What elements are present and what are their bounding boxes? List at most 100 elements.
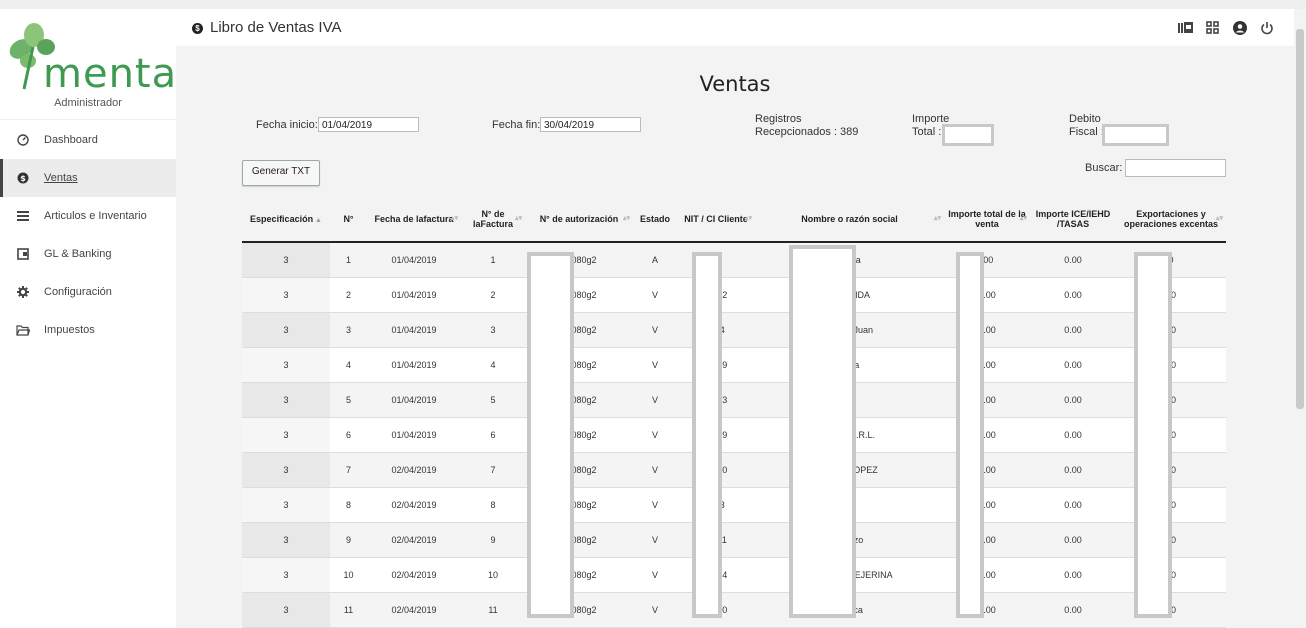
sort-icon: ▴▾ bbox=[622, 215, 630, 222]
table-cell: 2 bbox=[330, 277, 367, 313]
exportaciones-redacted bbox=[1134, 252, 1172, 618]
col-especificacion[interactable]: Especificación ▲ bbox=[242, 196, 330, 243]
sidebar-item-ventas[interactable]: $ Ventas bbox=[0, 159, 176, 197]
table-cell: 0.00 bbox=[1030, 592, 1116, 628]
logo-text: menta bbox=[43, 51, 178, 97]
col-nombre[interactable]: Nombre o razón social ▴▾ bbox=[755, 196, 944, 243]
table-cell: 01/04/2019 bbox=[367, 242, 461, 278]
table-cell: 0.00 bbox=[1030, 452, 1116, 488]
fecha-inicio-label: Fecha inicio: bbox=[256, 119, 318, 131]
table-cell: 9 bbox=[330, 522, 367, 558]
table-cell: 0.00 bbox=[1030, 557, 1116, 593]
header-actions bbox=[1178, 20, 1274, 35]
sort-icon: ▴▾ bbox=[933, 215, 941, 222]
window-top-strip bbox=[0, 0, 1306, 9]
col-importe-total[interactable]: Importe total de la venta ▴▾ bbox=[944, 196, 1030, 243]
top-header: $ Libro de Ventas IVA bbox=[176, 9, 1294, 46]
search-label: Buscar: bbox=[1085, 162, 1123, 174]
table-cell: V bbox=[633, 522, 677, 558]
scrollbar-thumb[interactable] bbox=[1296, 29, 1304, 409]
col-autorizacion[interactable]: N° de autorización ▴▾ bbox=[525, 196, 633, 243]
page-scrollbar[interactable] bbox=[1294, 9, 1306, 628]
table-row[interactable]: 3902/04/2019901080g2V71 11ardozo7.000.00… bbox=[242, 522, 1226, 558]
library-icon[interactable] bbox=[1178, 20, 1193, 35]
table-cell: 0.00 bbox=[1030, 487, 1116, 523]
power-icon[interactable] bbox=[1259, 20, 1274, 35]
table-row[interactable]: 3101/04/2019101080g2A2 6acora.000.000 bbox=[242, 242, 1226, 278]
sidebar-item-label: Ventas bbox=[44, 172, 78, 184]
sidebar-item-configuracion[interactable]: Configuración bbox=[0, 273, 176, 311]
debito-fiscal-redacted bbox=[1102, 124, 1169, 146]
search-input[interactable] bbox=[1125, 159, 1226, 177]
col-estado[interactable]: Estado bbox=[633, 196, 677, 243]
dollar-icon: $ bbox=[192, 23, 203, 34]
sidebar: menta Administrador Dashboard $ Ventas A… bbox=[0, 9, 176, 628]
table-row[interactable]: 31002/04/20191001080g2V27 14DANA CO TEJE… bbox=[242, 557, 1226, 593]
col-importe-ice[interactable]: Importe ICE/IEHD /TASAS bbox=[1030, 196, 1116, 243]
table-cell: V bbox=[633, 487, 677, 523]
table-cell: 0.00 bbox=[1030, 242, 1116, 278]
dashboard-icon bbox=[16, 133, 30, 147]
table-cell: 9 bbox=[461, 522, 525, 558]
table-row[interactable]: 3401/04/2019401080g2V29 19noza6.000.0000 bbox=[242, 347, 1226, 383]
table-cell: V bbox=[633, 347, 677, 383]
list-icon bbox=[16, 209, 30, 223]
table-cell: 3 bbox=[242, 312, 330, 348]
table-row[interactable]: 3201/04/2019201080g2V80 12J IRANDA0.000.… bbox=[242, 277, 1226, 313]
table-cell: 3 bbox=[461, 312, 525, 348]
header-label: Importe total de la venta bbox=[948, 208, 1026, 229]
table-cell: 3 bbox=[242, 382, 330, 418]
table-cell: 01/04/2019 bbox=[367, 382, 461, 418]
importe-total-redacted bbox=[942, 124, 994, 146]
wallet-icon bbox=[16, 247, 30, 261]
user-account-icon[interactable] bbox=[1232, 20, 1247, 35]
fecha-inicio-input[interactable]: 01/04/2019 bbox=[318, 117, 419, 132]
col-nit-ci[interactable]: NIT / CI Cliente ▴▾ bbox=[677, 196, 755, 243]
header-label: Nombre o razón social bbox=[801, 213, 898, 224]
apps-grid-icon[interactable] bbox=[1205, 20, 1220, 35]
header-label: Fecha de lafactura bbox=[374, 213, 454, 224]
col-exportaciones[interactable]: Exportaciones y operaciones excentas ▴▾ bbox=[1116, 196, 1226, 243]
table-row[interactable]: 3601/04/2019601080g2V10 29C OM S.R.L.8.0… bbox=[242, 417, 1226, 453]
table-cell: 02/04/2019 bbox=[367, 592, 461, 628]
col-numero[interactable]: N° bbox=[330, 196, 367, 243]
table-cell: 01/04/2019 bbox=[367, 277, 461, 313]
sidebar-item-label: Configuración bbox=[44, 286, 112, 298]
table-cell: 3 bbox=[242, 347, 330, 383]
col-fecha[interactable]: Fecha de lafactura ▴▾ bbox=[367, 196, 461, 243]
gear-icon bbox=[16, 285, 30, 299]
autorizacion-redacted bbox=[527, 252, 574, 618]
page-title: Ventas bbox=[699, 72, 771, 96]
table-cell: A bbox=[633, 242, 677, 278]
table-cell: 1 bbox=[461, 242, 525, 278]
table-row[interactable]: 3702/04/2019701080g2V22 10JO FA LOPEZ0.0… bbox=[242, 452, 1226, 488]
table-cell: 0.00 bbox=[1030, 312, 1116, 348]
sidebar-item-articulos[interactable]: Articulos e Inventario bbox=[0, 197, 176, 235]
menta-logo[interactable]: menta bbox=[6, 21, 176, 99]
table-cell: 02/04/2019 bbox=[367, 557, 461, 593]
table-row[interactable]: 3802/04/2019801080g2V12 3RL0.000.0000 bbox=[242, 487, 1226, 523]
col-numero-factura[interactable]: N° de laFactura ▴▾ bbox=[461, 196, 525, 243]
fecha-fin-label: Fecha fin: bbox=[492, 119, 541, 131]
table-cell: 6 bbox=[330, 417, 367, 453]
table-row[interactable]: 3501/04/2019501080g2V32 13l7.000.0000 bbox=[242, 382, 1226, 418]
header-label: N° de autorización bbox=[539, 213, 619, 224]
sidebar-item-label: Impuestos bbox=[44, 324, 95, 336]
table-cell: 02/04/2019 bbox=[367, 452, 461, 488]
sidebar-item-impuestos[interactable]: Impuestos bbox=[0, 311, 176, 349]
sidebar-item-dashboard[interactable]: Dashboard bbox=[0, 121, 176, 159]
table-row[interactable]: 31102/04/20191101080g2V29 10z Vaca0.000.… bbox=[242, 592, 1226, 628]
header-label: Especificación bbox=[250, 213, 314, 224]
table-cell: V bbox=[633, 452, 677, 488]
table-cell: 3 bbox=[242, 452, 330, 488]
header-label: Estado bbox=[639, 213, 670, 224]
table-cell: 1 bbox=[330, 242, 367, 278]
fecha-fin-input[interactable]: 30/04/2019 bbox=[540, 117, 641, 132]
header-label: N° de laFactura bbox=[472, 208, 514, 229]
header-label: Importe ICE/IEHD /TASAS bbox=[1035, 208, 1111, 229]
table-cell: 4 bbox=[330, 347, 367, 383]
sidebar-item-gl-banking[interactable]: GL & Banking bbox=[0, 235, 176, 273]
table-row[interactable]: 3301/04/2019301080g2V66 4Li erto Juan9.0… bbox=[242, 312, 1226, 348]
sort-icon: ▴▾ bbox=[1019, 215, 1027, 222]
generar-txt-button[interactable]: Generar TXT bbox=[242, 160, 320, 186]
